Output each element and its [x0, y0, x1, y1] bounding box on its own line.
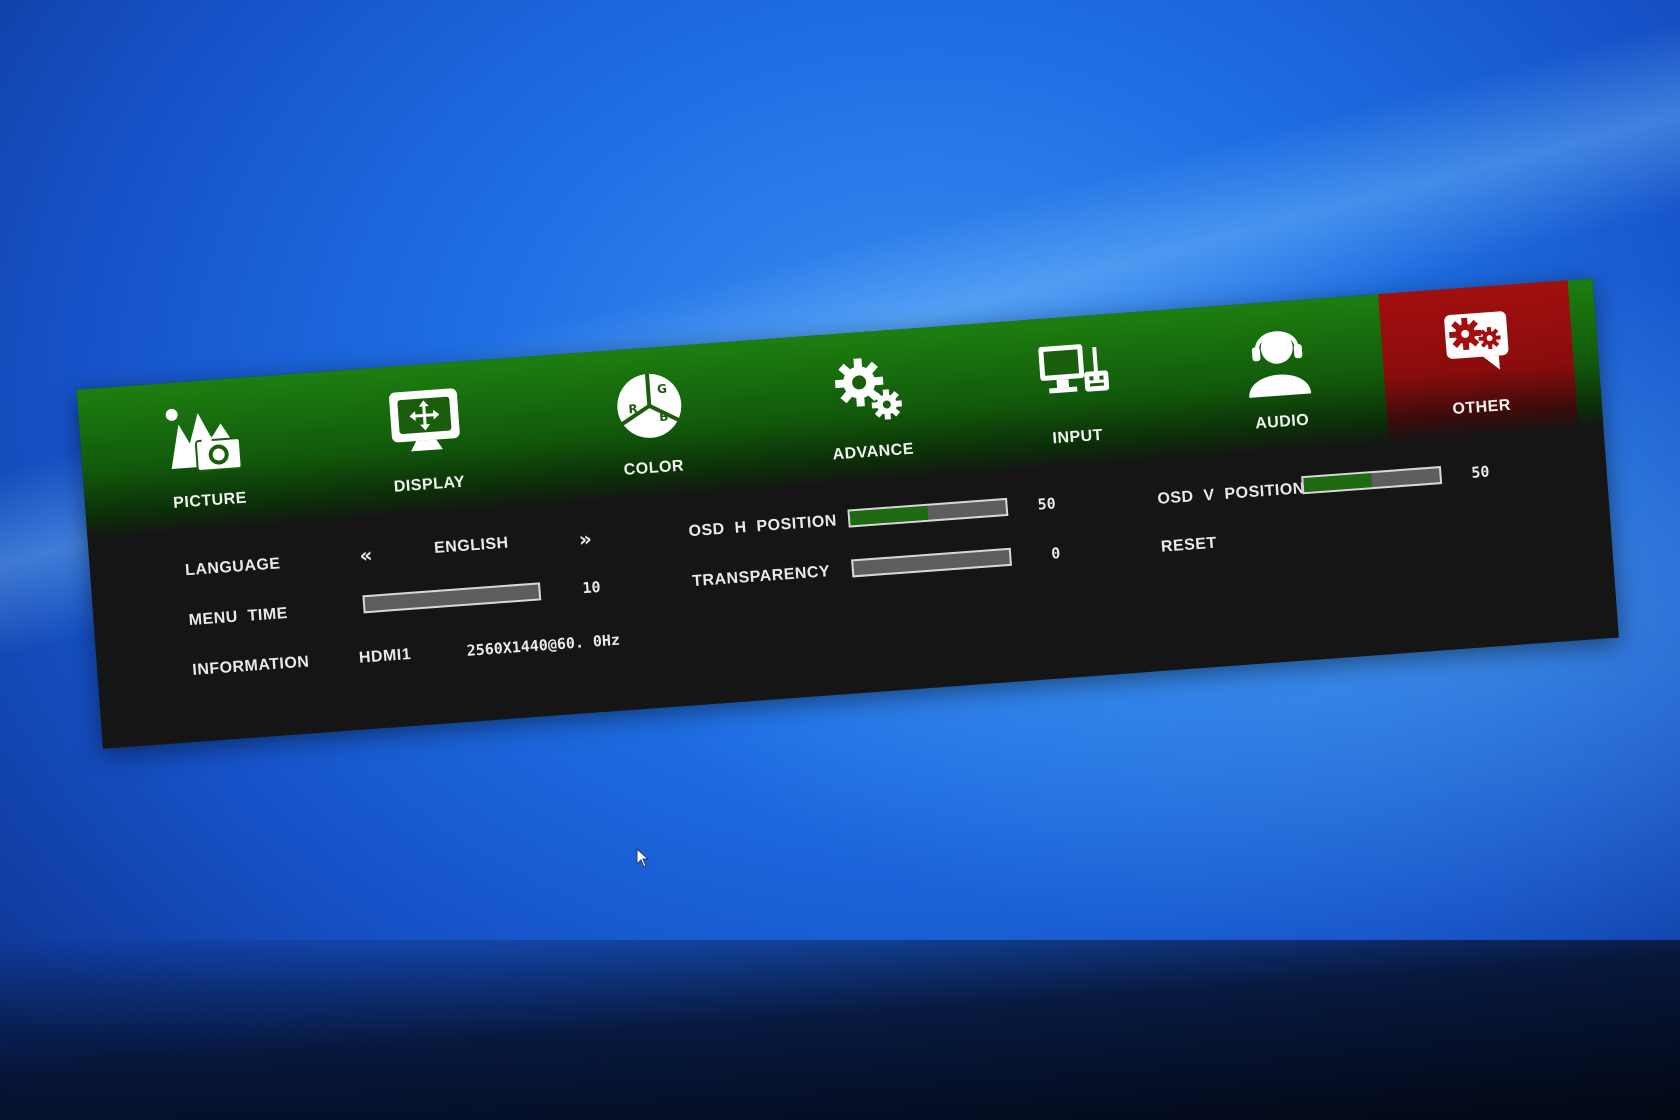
tab-label: COLOR — [623, 457, 685, 479]
tab-label: AUDIO — [1254, 411, 1310, 433]
menu-time-value: 10 — [581, 577, 602, 598]
svg-text:B: B — [659, 410, 669, 425]
headset-user-icon — [1240, 321, 1316, 404]
tab-label: DISPLAY — [393, 473, 466, 496]
transparency-label: TRANSPARENCY — [691, 563, 831, 591]
color-rgb-icon: G R B — [610, 367, 689, 448]
language-next-arrow[interactable]: » — [578, 526, 593, 551]
gears-icon — [829, 351, 908, 432]
tab-label: ADVANCE — [832, 440, 915, 464]
tab-audio[interactable]: AUDIO — [1179, 295, 1379, 459]
osd-h-position-slider-fill — [849, 505, 929, 526]
input-pc-icon — [1034, 336, 1113, 411]
transparency-value: 0 — [1050, 544, 1061, 563]
tab-input[interactable]: INPUT — [974, 310, 1174, 474]
menu-time-slider-fill — [364, 597, 366, 612]
transparency-slider[interactable] — [851, 547, 1012, 578]
information-label: INFORMATION — [191, 653, 310, 680]
svg-text:G: G — [657, 382, 668, 397]
picture-icon — [163, 400, 248, 484]
osd-h-position-label: OSD H POSITION — [688, 512, 838, 541]
tab-advance[interactable]: ADVANCE — [770, 325, 970, 489]
tab-label: OTHER — [1451, 396, 1512, 419]
tab-display[interactable]: DISPLAY — [326, 358, 526, 522]
language-value[interactable]: ENGLISH — [434, 535, 510, 558]
tab-other[interactable]: OTHER — [1378, 280, 1579, 444]
tab-picture[interactable]: PICTURE — [107, 374, 307, 538]
mouse-cursor-icon — [636, 847, 650, 872]
transparency-slider-fill — [853, 561, 855, 576]
menu-time-slider[interactable] — [362, 582, 542, 614]
osd-v-position-slider-fill — [1303, 473, 1373, 493]
reset-button[interactable]: RESET — [1160, 535, 1217, 557]
information-input: HDMI1 — [358, 645, 412, 667]
tab-label: PICTURE — [172, 489, 248, 512]
osd-v-position-value: 50 — [1470, 462, 1491, 482]
language-prev-arrow[interactable]: « — [359, 543, 374, 568]
monitor-bezel-shadow — [0, 940, 1680, 1120]
other-settings-icon — [1440, 307, 1515, 382]
osd-h-position-value: 50 — [1036, 494, 1057, 514]
display-icon — [382, 384, 467, 462]
svg-text:R: R — [628, 402, 638, 417]
osd-menu: PICTURE DISPLAY G R B COLOR ADVANCE INPU… — [70, 186, 1658, 749]
osd-v-position-label: OSD V POSITION — [1156, 480, 1306, 508]
osd-panel: PICTURE DISPLAY G R B COLOR ADVANCE INPU… — [76, 278, 1619, 749]
osd-h-position-slider[interactable] — [847, 497, 1009, 528]
language-label: LANGUAGE — [184, 555, 282, 580]
osd-tab-bar: PICTURE DISPLAY G R B COLOR ADVANCE INPU… — [76, 278, 1604, 540]
tab-color[interactable]: G R B COLOR — [550, 341, 750, 505]
osd-v-position-slider[interactable] — [1301, 466, 1443, 495]
information-resolution: 2560X1440@60. 0Hz — [466, 630, 621, 660]
menu-time-label: MENU TIME — [188, 604, 289, 630]
tab-label: INPUT — [1051, 426, 1104, 448]
